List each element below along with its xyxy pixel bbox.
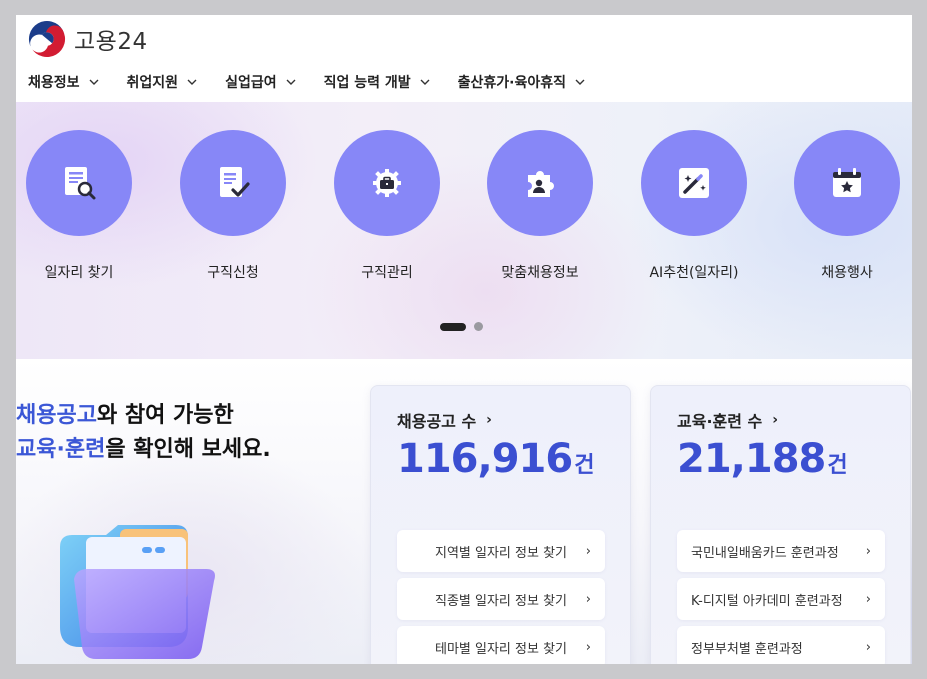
- quick-menu-ai-recommend[interactable]: AI추천(일자리): [629, 130, 759, 282]
- menu-label: 맞춤채용정보: [501, 265, 579, 281]
- link-label: 정부부처별 훈련과정: [691, 641, 803, 657]
- calendar-star-icon: [833, 168, 861, 197]
- chevron-right-icon: ›: [585, 591, 591, 607]
- nav-item-parental-leave[interactable]: 출산휴가·육아휴직: [458, 72, 585, 92]
- promo-accent: 채용공고: [16, 403, 97, 428]
- taegeuk-logo-icon: [28, 20, 66, 58]
- checklist-icon: [220, 167, 250, 197]
- menu-circle: [641, 130, 747, 236]
- nav-label: 직업 능력 개발: [323, 75, 411, 91]
- chevron-right-icon: ›: [865, 543, 871, 559]
- chevron-down-icon: [575, 79, 585, 85]
- promo-accent: 교육·훈련: [16, 437, 106, 462]
- menu-circle: [794, 130, 900, 236]
- training-title[interactable]: 교육·훈련 수 ›: [677, 408, 778, 432]
- chevron-right-icon: ›: [486, 412, 492, 428]
- nav-label: 실업급여: [225, 75, 277, 91]
- main-nav: 채용정보 취업지원 실업급여 직업 능력 개발 출산휴가·육아휴직: [28, 72, 613, 92]
- menu-circle: [487, 130, 593, 236]
- link-theme-jobs[interactable]: 테마별 일자리 정보 찾기 ›: [397, 626, 605, 664]
- chevron-right-icon: ›: [585, 639, 591, 655]
- quick-menu-job-management[interactable]: 구직관리: [322, 130, 452, 282]
- nav-item-skills-development[interactable]: 직업 능력 개발: [324, 72, 430, 92]
- link-label: 테마별 일자리 정보 찾기: [435, 641, 567, 657]
- count-number: 116,916: [397, 436, 573, 482]
- promo-line-2: 교육·훈련을 확인해 보세요.: [16, 433, 271, 467]
- menu-circle: [334, 130, 440, 236]
- training-card: 교육·훈련 수 › 21,188 건 국민내일배움카드 훈련과정 › K-디지털…: [650, 385, 911, 664]
- chevron-down-icon: [286, 79, 296, 85]
- nav-label: 취업지원: [126, 75, 179, 91]
- job-links: 지역별 일자리 정보 찾기 › 직종별 일자리 정보 찾기 › 테마별 일자리 …: [397, 530, 605, 664]
- link-label: 직종별 일자리 정보 찾기: [435, 593, 567, 609]
- nav-item-job-info[interactable]: 채용정보: [28, 72, 99, 92]
- count-unit: 건: [574, 453, 595, 478]
- link-region-jobs[interactable]: 지역별 일자리 정보 찾기 ›: [397, 530, 605, 572]
- folder-illustration-icon: [60, 525, 215, 659]
- link-ministry-courses[interactable]: 정부부처별 훈련과정 ›: [677, 626, 885, 664]
- chevron-right-icon: ›: [585, 543, 591, 559]
- count-unit: 건: [827, 453, 848, 478]
- menu-label: 채용행사: [821, 265, 873, 281]
- document-search-icon: [65, 167, 96, 200]
- quick-menu-custom-recruitment[interactable]: 맞춤채용정보: [475, 130, 605, 282]
- menu-circle: [180, 130, 286, 236]
- quick-menu-section: 일자리 찾기 구직신청 구직관리 맞춤채용정보 AI추천(일자리) 채용행사: [16, 102, 912, 359]
- menu-label: 일자리 찾기: [44, 265, 114, 281]
- link-label: 국민내일배움카드 훈련과정: [691, 545, 839, 561]
- menu-label: 구직신청: [207, 265, 259, 281]
- job-postings-count: 116,916 건: [397, 436, 594, 482]
- nav-label: 채용정보: [28, 75, 80, 91]
- quick-menu-recruitment-events[interactable]: 채용행사: [782, 130, 912, 282]
- header: 고용24 채용정보 취업지원 실업급여 직업 능력 개발 출산휴가·육아휴직: [16, 15, 912, 102]
- link-label: K-디지털 아카데미 훈련과정: [691, 593, 843, 609]
- quick-menu-job-search[interactable]: 일자리 찾기: [16, 130, 144, 282]
- menu-circle: [26, 130, 132, 236]
- nav-label: 출산휴가·육아휴직: [457, 75, 566, 91]
- chevron-down-icon: [89, 79, 99, 85]
- link-naeil-card-courses[interactable]: 국민내일배움카드 훈련과정 ›: [677, 530, 885, 572]
- chevron-right-icon: ›: [865, 639, 871, 655]
- link-occupation-jobs[interactable]: 직종별 일자리 정보 찾기 ›: [397, 578, 605, 620]
- nav-item-unemployment-benefit[interactable]: 실업급여: [225, 72, 296, 92]
- carousel-pagination: [440, 322, 483, 331]
- menu-label: 구직관리: [361, 265, 413, 281]
- training-links: 국민내일배움카드 훈련과정 › K-디지털 아카데미 훈련과정 › 정부부처별 …: [677, 530, 885, 664]
- promo-heading: 채용공고와 참여 가능한 교육·훈련을 확인해 보세요.: [16, 399, 271, 467]
- quick-menu-job-application[interactable]: 구직신청: [168, 130, 298, 282]
- puzzle-person-icon: [528, 171, 554, 197]
- promo-text: 와 참여 가능한: [96, 403, 234, 428]
- card-title-text: 교육·훈련 수: [677, 412, 763, 431]
- stats-section: 채용공고와 참여 가능한 교육·훈련을 확인해 보세요. 채용공고 수 › 11…: [16, 359, 912, 664]
- promo-line-1: 채용공고와 참여 가능한: [16, 399, 271, 433]
- link-k-digital-courses[interactable]: K-디지털 아카데미 훈련과정 ›: [677, 578, 885, 620]
- logo[interactable]: 고용24: [28, 20, 148, 58]
- chevron-down-icon: [420, 79, 430, 85]
- logo-text: 고용24: [74, 29, 148, 55]
- chevron-down-icon: [187, 79, 197, 85]
- card-title-text: 채용공고 수: [397, 412, 477, 431]
- chevron-right-icon: ›: [865, 591, 871, 607]
- nav-item-employment-support[interactable]: 취업지원: [127, 72, 198, 92]
- promo-text: 을 확인해 보세요.: [105, 437, 271, 462]
- count-number: 21,188: [677, 436, 826, 482]
- training-count: 21,188 건: [677, 436, 848, 482]
- magic-wand-icon: [679, 168, 709, 198]
- pagination-dot[interactable]: [474, 322, 483, 331]
- chevron-right-icon: ›: [772, 412, 779, 428]
- menu-label: AI추천(일자리): [649, 265, 739, 281]
- briefcase-gear-icon: [373, 169, 401, 197]
- link-label: 지역별 일자리 정보 찾기: [435, 545, 567, 561]
- pagination-dot-active[interactable]: [440, 322, 466, 331]
- quick-menu: 일자리 찾기 구직신청 구직관리 맞춤채용정보 AI추천(일자리) 채용행사: [16, 102, 912, 302]
- page-frame: 고용24 채용정보 취업지원 실업급여 직업 능력 개발 출산휴가·육아휴직 일…: [16, 15, 912, 664]
- job-postings-card: 채용공고 수 › 116,916 건 지역별 일자리 정보 찾기 › 직종별 일…: [370, 385, 631, 664]
- job-postings-title[interactable]: 채용공고 수 ›: [397, 408, 492, 432]
